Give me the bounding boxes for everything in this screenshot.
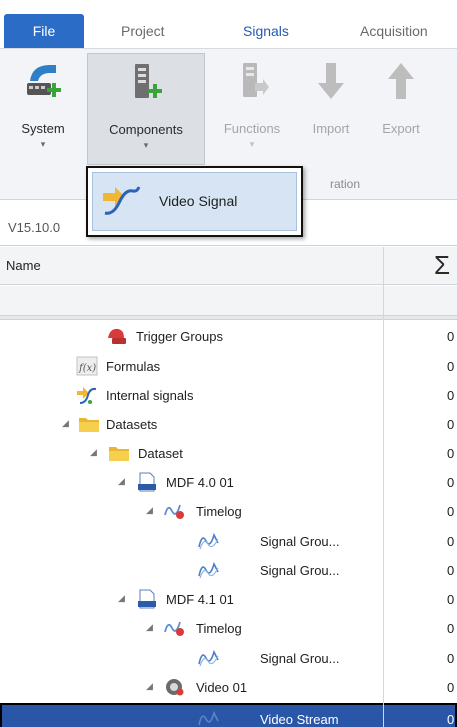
- tree-row-count: 0: [447, 563, 455, 578]
- tree-row-count: 0: [447, 680, 455, 695]
- tree-row-count: 0: [447, 475, 455, 490]
- mdf-file-icon: [138, 589, 156, 609]
- tree-row-count: 0: [447, 329, 455, 344]
- components-dropdown: Video Signal: [86, 166, 303, 237]
- expand-icon[interactable]: ◢: [90, 447, 97, 458]
- expand-icon[interactable]: ◢: [118, 476, 125, 487]
- export-button[interactable]: Export: [366, 53, 436, 165]
- tree-row-label: Datasets: [106, 417, 158, 432]
- tree-row-count: 0: [447, 712, 455, 727]
- grid-divider: [0, 316, 457, 320]
- signal-group-icon: [198, 649, 219, 667]
- video-signal-menu-item[interactable]: Video Signal: [92, 172, 297, 231]
- signal-group-icon: [198, 532, 219, 550]
- import-button[interactable]: Import: [300, 53, 362, 165]
- tree-row-label: Internal signals: [106, 388, 194, 403]
- expand-icon[interactable]: ◢: [146, 622, 153, 633]
- video-camera-icon: [166, 679, 184, 696]
- tab-signals[interactable]: Signals: [243, 16, 289, 46]
- export-label: Export: [382, 121, 420, 136]
- functions-button[interactable]: Functions ▾: [210, 53, 294, 165]
- tree-row-count: 0: [447, 446, 455, 461]
- components-label: Components: [109, 122, 183, 137]
- menu-bar: File Project Signals Acquisition: [0, 0, 457, 48]
- tree-row-label: Video Stream: [260, 712, 339, 727]
- functions-icon: [243, 63, 269, 97]
- expand-icon[interactable]: ◢: [146, 681, 153, 692]
- tree-row[interactable]: f(x) Formulas 0: [0, 352, 457, 381]
- folder-icon: [109, 447, 129, 461]
- tree-row-label: Signal Grou...: [260, 534, 340, 549]
- folder-icon: [79, 418, 99, 432]
- tree-row[interactable]: ◢ Dataset 0: [0, 439, 457, 468]
- components-button[interactable]: Components ▾: [87, 53, 205, 165]
- tree-row-count: 0: [447, 417, 455, 432]
- trigger-groups-icon: [108, 328, 126, 344]
- tree-row-label: MDF 4.1 01: [166, 592, 234, 607]
- tree-row-label: Timelog: [196, 621, 242, 636]
- tree-row[interactable]: Signal Grou... 0: [0, 556, 457, 585]
- components-add-icon: [135, 64, 162, 98]
- tree-row[interactable]: ◢ Datasets 0: [0, 410, 457, 439]
- version-text: V15.10.0: [8, 220, 61, 235]
- internal-signals-icon: [77, 387, 97, 404]
- signal-group-icon: [198, 561, 219, 579]
- chevron-down-icon: ▾: [249, 139, 255, 149]
- formula-icon: f(x): [76, 356, 98, 376]
- tree-row-label: Dataset: [138, 446, 183, 461]
- tree-row-selected[interactable]: Video Stream 0: [0, 703, 457, 727]
- tab-acquisition[interactable]: Acquisition: [360, 16, 428, 46]
- tree-row[interactable]: Internal signals 0: [0, 381, 457, 410]
- system-button[interactable]: System ▾: [12, 53, 74, 165]
- import-label: Import: [312, 121, 350, 136]
- tree-row[interactable]: ◢ Timelog 0: [0, 497, 457, 526]
- tree-row-label: Trigger Groups: [136, 329, 223, 344]
- timelog-icon: [164, 621, 184, 636]
- tree-row-label: Timelog: [196, 504, 242, 519]
- tree-row-count: 0: [447, 592, 455, 607]
- tree-row-label: MDF 4.0 01: [166, 475, 234, 490]
- video-signal-label: Video Signal: [159, 193, 238, 209]
- chevron-down-icon: ▾: [143, 140, 149, 150]
- tree-row[interactable]: ◢ MDF 4.1 01 0: [0, 585, 457, 614]
- ribbon-group-label: ration: [330, 177, 361, 191]
- tab-file[interactable]: File: [4, 14, 84, 48]
- tree-row[interactable]: ◢ Timelog 0: [0, 614, 457, 643]
- tree-row-label: Signal Grou...: [260, 563, 340, 578]
- mdf-file-icon: [138, 472, 156, 492]
- column-separator[interactable]: [383, 247, 384, 727]
- column-header-sum[interactable]: Σ: [434, 250, 450, 280]
- tree-row-count: 0: [447, 359, 455, 374]
- tree-row-count: 0: [447, 504, 455, 519]
- video-signal-icon: [103, 186, 141, 215]
- expand-icon[interactable]: ◢: [118, 593, 125, 604]
- export-arrow-icon: [388, 63, 414, 99]
- tree-row-label: Formulas: [106, 359, 161, 374]
- tree-row-count: 0: [447, 651, 455, 666]
- expand-icon[interactable]: ◢: [62, 418, 69, 429]
- expand-icon[interactable]: ◢: [146, 505, 153, 516]
- tab-project[interactable]: Project: [121, 16, 165, 46]
- tree-row-count: 0: [447, 388, 455, 403]
- tree-row-count: 0: [447, 534, 455, 549]
- system-add-icon: [27, 65, 61, 97]
- tree-row-count: 0: [447, 621, 455, 636]
- grid-header: Name Σ: [0, 247, 457, 285]
- filter-row[interactable]: [0, 286, 457, 316]
- signal-group-icon: [198, 710, 219, 726]
- tree-row[interactable]: ◢ Video 01 0: [0, 673, 457, 702]
- timelog-icon: [164, 504, 184, 519]
- import-arrow-icon: [318, 63, 344, 99]
- svg-text:f(x): f(x): [78, 363, 96, 374]
- tree-row[interactable]: Trigger Groups 0: [0, 322, 457, 351]
- system-label: System: [21, 121, 65, 136]
- tree-row[interactable]: Signal Grou... 0: [0, 644, 457, 673]
- functions-label: Functions: [223, 121, 281, 136]
- column-header-name[interactable]: Name: [6, 258, 41, 273]
- tree-row-label: Signal Grou...: [260, 651, 340, 666]
- tree-row[interactable]: Signal Grou... 0: [0, 527, 457, 556]
- tree-row-label: Video 01: [196, 680, 248, 695]
- tree-row[interactable]: ◢ MDF 4.0 01 0: [0, 468, 457, 497]
- chevron-down-icon: ▾: [40, 139, 46, 149]
